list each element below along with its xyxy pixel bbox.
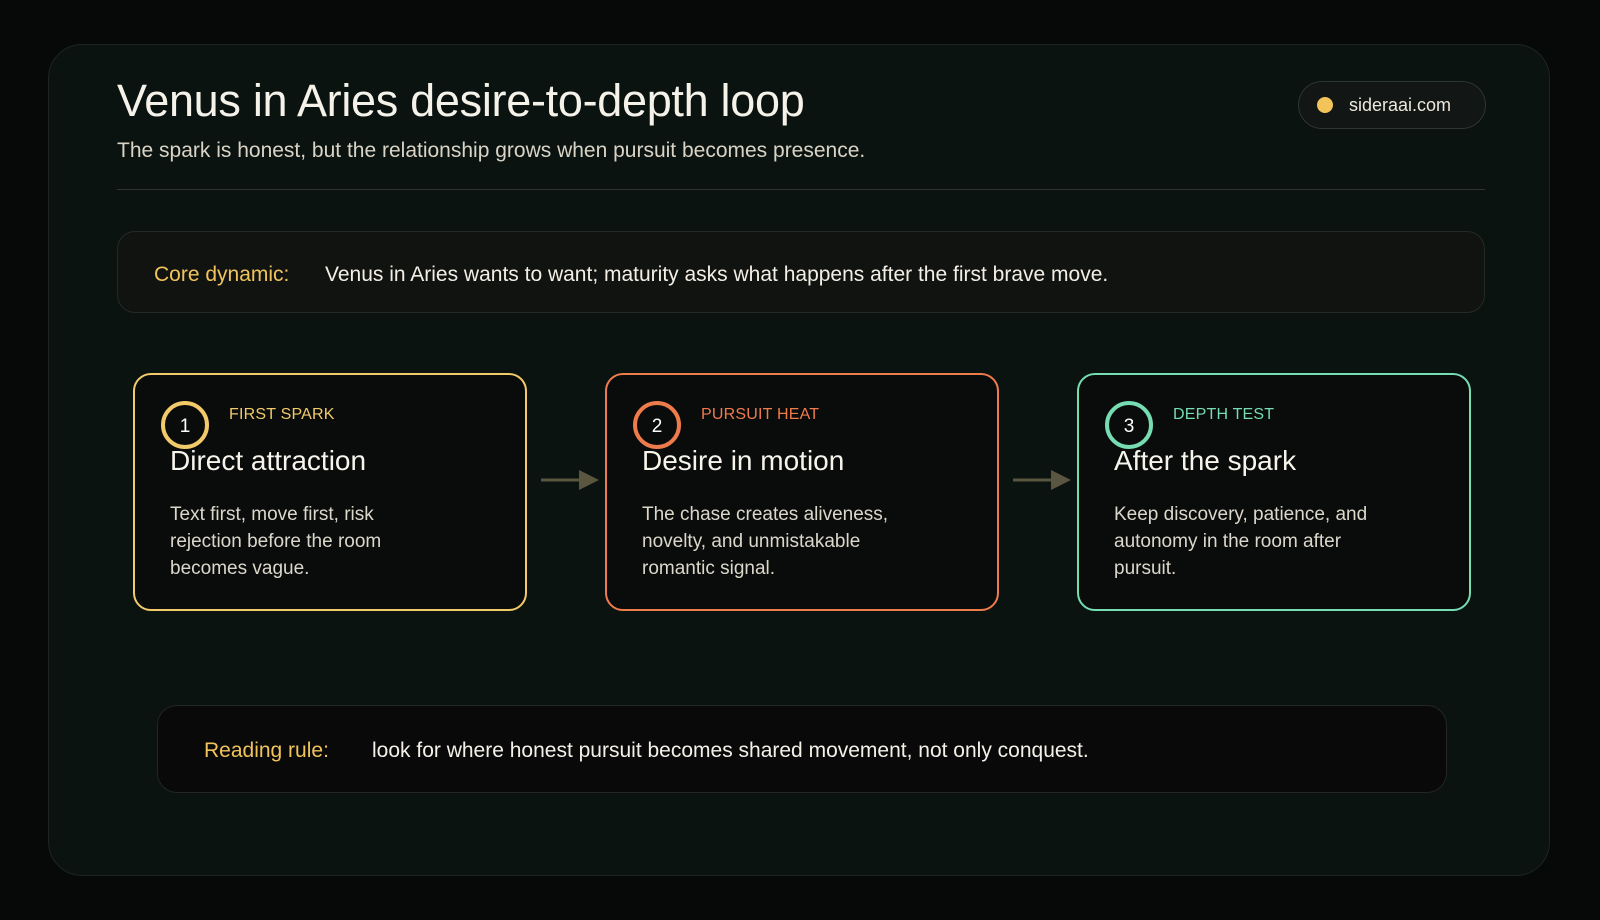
status-dot-icon xyxy=(1317,97,1333,113)
step-card-depth-test: 3 DEPTH TEST After the spark Keep discov… xyxy=(1077,373,1471,611)
core-dynamic-text: Venus in Aries wants to want; maturity a… xyxy=(325,263,1109,286)
reading-rule-box: Reading rule: look for where honest purs… xyxy=(157,705,1447,793)
core-dynamic-label: Core dynamic: xyxy=(154,263,290,286)
step-tag: DEPTH TEST xyxy=(1173,406,1275,423)
step-card-first-spark: 1 FIRST SPARK Direct attraction Text fir… xyxy=(133,373,527,611)
step-number-badge: 2 xyxy=(633,401,681,449)
step-title: Desire in motion xyxy=(642,445,845,476)
step-number-badge: 1 xyxy=(161,401,209,449)
header-divider xyxy=(117,189,1485,190)
arrow-right-icon xyxy=(1013,470,1071,490)
page-title: Venus in Aries desire-to-depth loop xyxy=(117,75,805,126)
site-badge[interactable]: sideraai.com xyxy=(1298,81,1486,129)
step-card-pursuit-heat: 2 PURSUIT HEAT Desire in motion The chas… xyxy=(605,373,999,611)
step-number-badge: 3 xyxy=(1105,401,1153,449)
site-label: sideraai.com xyxy=(1349,94,1452,115)
step-description: Text first, move first, risk rejection b… xyxy=(170,504,382,579)
core-dynamic-box: Core dynamic: Venus in Aries wants to wa… xyxy=(117,231,1485,313)
arrow-right-icon xyxy=(541,470,599,490)
step-tag: PURSUIT HEAT xyxy=(701,406,820,423)
step-description: Keep discovery, patience, and autonomy i… xyxy=(1114,504,1368,579)
reading-rule-text: look for where honest pursuit becomes sh… xyxy=(372,739,1089,762)
step-tag: FIRST SPARK xyxy=(229,406,335,423)
page-subtitle: The spark is honest, but the relationshi… xyxy=(117,139,866,162)
reading-rule-label: Reading rule: xyxy=(204,739,329,762)
step-description: The chase creates aliveness, novelty, an… xyxy=(642,504,889,579)
step-title: After the spark xyxy=(1114,445,1297,476)
step-title: Direct attraction xyxy=(170,445,367,476)
diagram-panel: Venus in Aries desire-to-depth loop The … xyxy=(48,44,1550,876)
